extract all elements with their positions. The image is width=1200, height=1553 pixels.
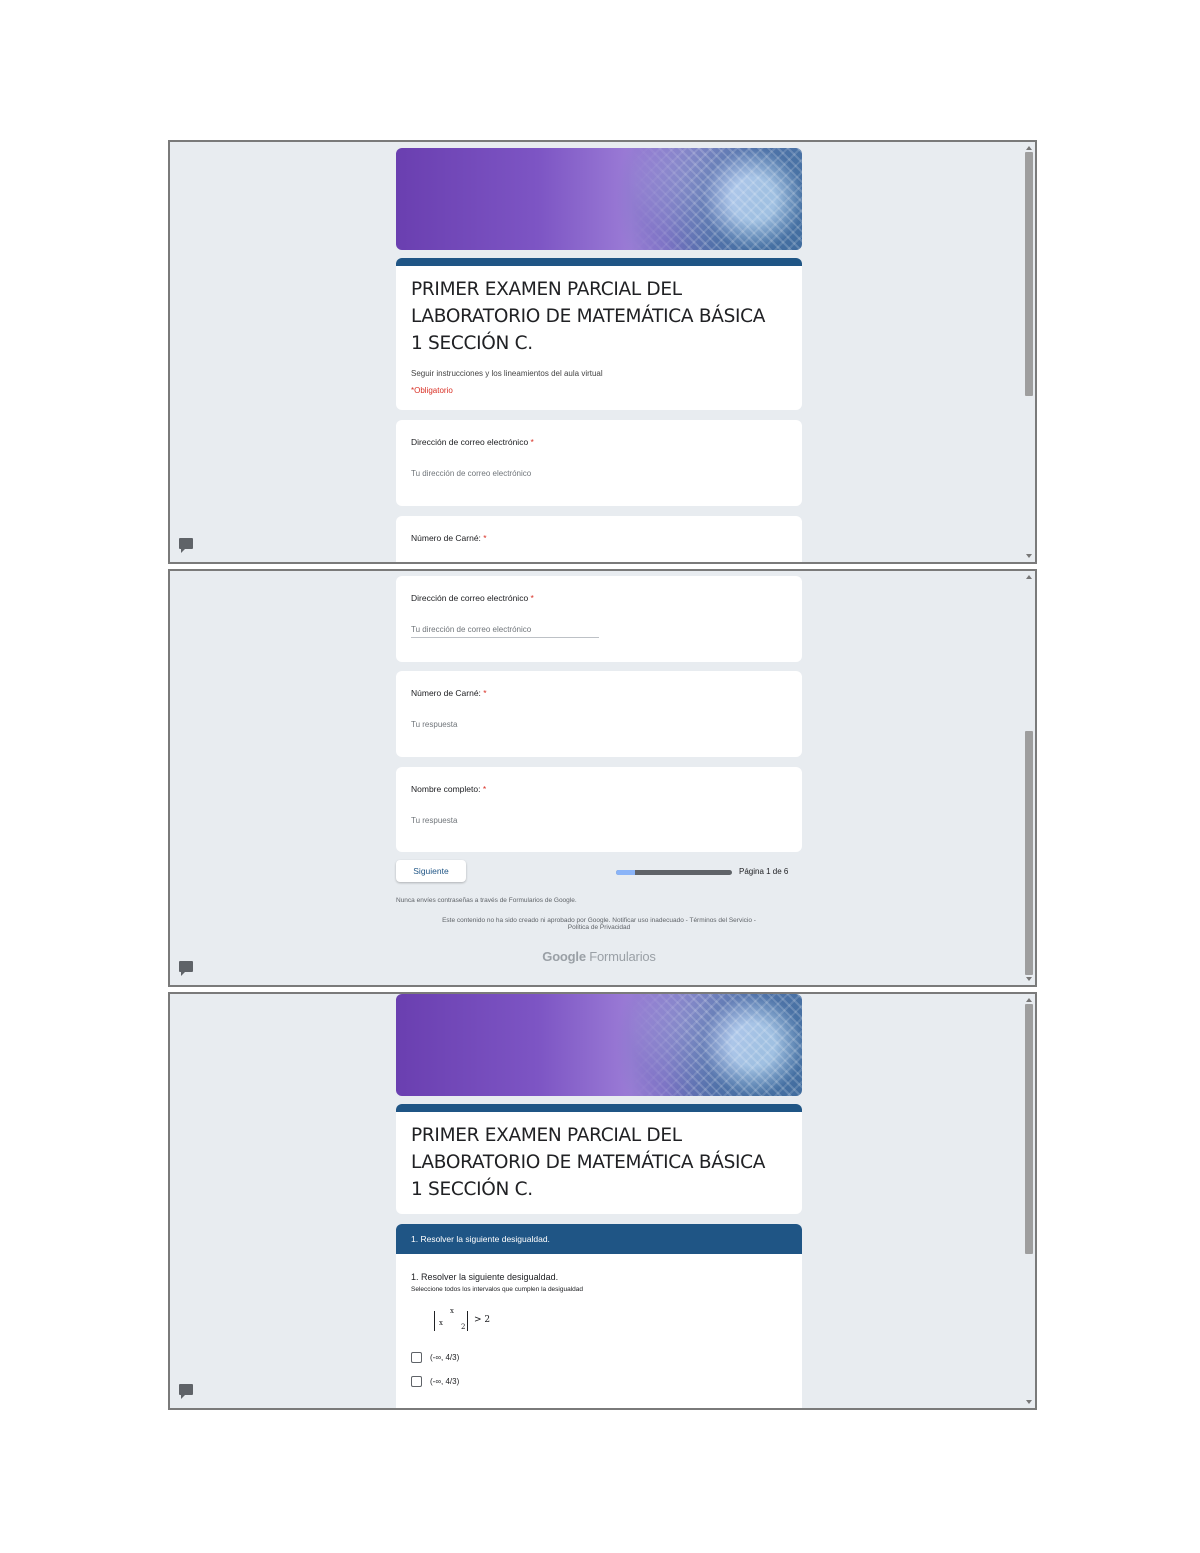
- chat-feedback-icon[interactable]: [179, 1384, 193, 1399]
- scroll-down-arrow[interactable]: [1026, 977, 1032, 981]
- question-title: 1. Resolver la siguiente desigualdad.: [411, 1272, 559, 1282]
- question-label: Número de Carné: *: [411, 533, 487, 543]
- checkbox[interactable]: [411, 1351, 422, 1363]
- form-column: PRIMER EXAMEN PARCIAL DEL LABORATORIO DE…: [396, 148, 802, 562]
- screenshot-1: PRIMER EXAMEN PARCIAL DEL LABORATORIO DE…: [168, 140, 1037, 564]
- screenshot-3: PRIMER EXAMEN PARCIAL DEL LABORATORIO DE…: [168, 992, 1037, 1410]
- scroll-up-arrow[interactable]: [1026, 998, 1032, 1002]
- progress-bar: [616, 870, 732, 875]
- question-nombre: Nombre completo: * Tu respuesta: [396, 767, 802, 852]
- question-description: Seleccione todos los intervalos que cump…: [411, 1286, 583, 1293]
- title-card: PRIMER EXAMEN PARCIAL DEL LABORATORIO DE…: [396, 258, 802, 410]
- scrollbar[interactable]: [1025, 144, 1033, 560]
- form-column: PRIMER EXAMEN PARCIAL DEL LABORATORIO DE…: [396, 994, 802, 1408]
- inequality-formula: x x 2 > 2: [434, 1307, 504, 1335]
- option-checkbox[interactable]: (-∞, 4/3): [396, 1347, 802, 1367]
- form-column: Dirección de correo electrónico * Tu dir…: [396, 571, 802, 985]
- scrollbar-thumb[interactable]: [1025, 1004, 1033, 1254]
- scrollbar-thumb[interactable]: [1025, 152, 1033, 396]
- checkbox[interactable]: [411, 1375, 422, 1387]
- chat-feedback-icon[interactable]: [179, 538, 193, 553]
- header-banner-image: [396, 994, 802, 1096]
- title-card: PRIMER EXAMEN PARCIAL DEL LABORATORIO DE…: [396, 1104, 802, 1214]
- scroll-down-arrow[interactable]: [1026, 1400, 1032, 1404]
- page-indicator: Página 1 de 6: [739, 867, 789, 876]
- section-header: 1. Resolver la siguiente desigualdad.: [396, 1224, 802, 1254]
- question-email: Dirección de correo electrónico * Tu dir…: [396, 420, 802, 506]
- form-title: PRIMER EXAMEN PARCIAL DEL LABORATORIO DE…: [411, 1125, 766, 1200]
- chat-feedback-icon[interactable]: [179, 961, 193, 976]
- question-label: Dirección de correo electrónico *: [411, 437, 534, 447]
- question-label: Dirección de correo electrónico *: [411, 593, 534, 603]
- nombre-field[interactable]: Tu respuesta: [396, 816, 802, 825]
- google-forms-logo[interactable]: Google Formularios: [396, 949, 802, 964]
- header-banner-image: [396, 148, 802, 250]
- next-button[interactable]: Siguiente: [396, 860, 466, 882]
- screenshot-2: Dirección de correo electrónico * Tu dir…: [168, 569, 1037, 987]
- scrollbar[interactable]: [1025, 996, 1033, 1406]
- question-label: Nombre completo: *: [411, 784, 487, 794]
- question-email: Dirección de correo electrónico * Tu dir…: [396, 576, 802, 662]
- email-field[interactable]: Tu dirección de correo electrónico: [396, 469, 802, 478]
- email-field[interactable]: Tu dirección de correo electrónico: [411, 625, 599, 638]
- question-label: Número de Carné: *: [411, 688, 487, 698]
- scrollbar[interactable]: [1025, 573, 1033, 983]
- option-checkbox[interactable]: (-∞, 4/3): [396, 1371, 802, 1391]
- scrollbar-thumb[interactable]: [1025, 731, 1033, 975]
- carnet-field[interactable]: Tu respuesta: [396, 720, 802, 729]
- scroll-up-arrow[interactable]: [1026, 575, 1032, 579]
- form-description: Seguir instrucciones y los lineamientos …: [411, 369, 603, 378]
- disclaimer: Este contenido no ha sido creado ni apro…: [442, 917, 756, 931]
- required-note: *Obligatorio: [411, 386, 453, 395]
- progress-fill: [616, 870, 635, 875]
- password-warning: Nunca envíes contraseñas a través de For…: [396, 897, 577, 904]
- question-carnet: Número de Carné: * Tu respuesta: [396, 671, 802, 757]
- scroll-up-arrow[interactable]: [1026, 146, 1032, 150]
- form-title: PRIMER EXAMEN PARCIAL DEL LABORATORIO DE…: [411, 279, 766, 354]
- scroll-down-arrow[interactable]: [1026, 554, 1032, 558]
- question-inequality: 1. Resolver la siguiente desigualdad. Se…: [396, 1254, 802, 1408]
- question-carnet: Número de Carné: *: [396, 516, 802, 562]
